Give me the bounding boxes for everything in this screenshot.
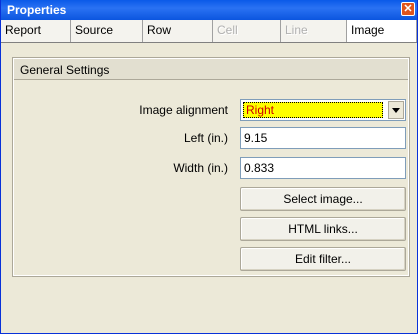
- tab-line: Line: [281, 20, 347, 42]
- image-alignment-value: Right: [243, 102, 383, 118]
- width-field[interactable]: 0.833: [240, 157, 406, 179]
- image-panel: General Settings Image alignment Right L…: [5, 46, 413, 332]
- left-label: Left (in.): [183, 131, 228, 145]
- group-header: General Settings: [14, 59, 408, 80]
- close-button[interactable]: ✕: [401, 2, 415, 16]
- width-label: Width (in.): [173, 161, 228, 175]
- title-bar[interactable]: Properties ✕: [1, 0, 417, 20]
- html-links-button[interactable]: HTML links...: [240, 217, 406, 241]
- tab-report[interactable]: Report: [1, 20, 71, 42]
- tab-strip: Report Source Row Cell Line Image: [1, 20, 417, 43]
- window-title: Properties: [7, 3, 67, 17]
- left-field[interactable]: 9.15: [240, 127, 406, 149]
- edit-filter-button[interactable]: Edit filter...: [240, 247, 406, 271]
- image-alignment-label: Image alignment: [139, 103, 228, 117]
- close-icon: ✕: [403, 3, 413, 15]
- tab-row[interactable]: Row: [143, 20, 213, 42]
- general-settings-group: General Settings Image alignment Right L…: [12, 57, 410, 277]
- select-image-button[interactable]: Select image...: [240, 187, 406, 211]
- tab-image[interactable]: Image: [347, 20, 417, 42]
- tab-source[interactable]: Source: [71, 20, 143, 42]
- tab-cell: Cell: [213, 20, 281, 42]
- image-alignment-select[interactable]: Right: [240, 99, 406, 121]
- chevron-down-icon[interactable]: [388, 101, 404, 119]
- properties-window: Properties ✕ Report Source Row Cell Line…: [0, 0, 418, 334]
- group-title: General Settings: [20, 63, 110, 77]
